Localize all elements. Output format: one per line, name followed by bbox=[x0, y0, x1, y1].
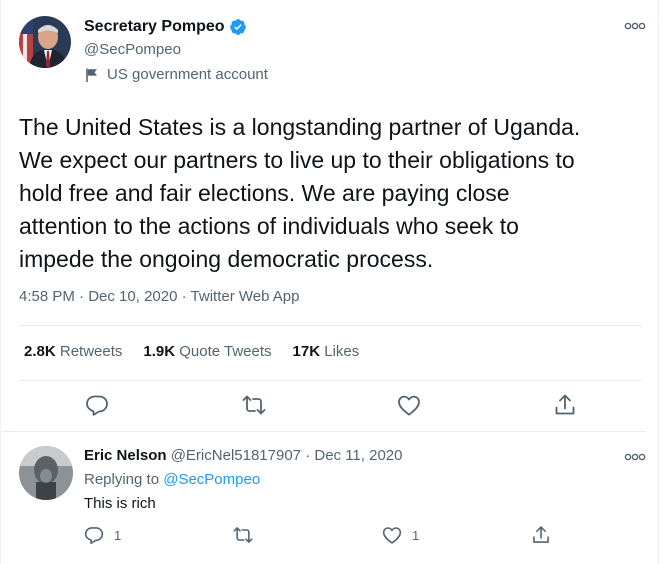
retweets-stat[interactable]: 2.8K Retweets bbox=[24, 343, 122, 360]
reply-like-count: 1 bbox=[412, 527, 420, 543]
reply-author-handle[interactable]: @EricNel51817907 bbox=[171, 447, 301, 464]
quotes-label: Quote Tweets bbox=[179, 343, 272, 360]
flag-icon bbox=[86, 68, 97, 82]
tweet-text: The United States is a longstanding part… bbox=[19, 114, 581, 272]
divider bbox=[19, 380, 642, 381]
reply-meta-separator: · bbox=[305, 447, 311, 464]
avatar[interactable] bbox=[19, 446, 73, 500]
avatar[interactable] bbox=[19, 16, 71, 68]
meta-separator: · bbox=[79, 288, 85, 305]
replying-prefix: Replying to bbox=[84, 471, 160, 488]
tweet-meta: 4:58 PM · Dec 10, 2020 · Twitter Web App bbox=[19, 288, 299, 305]
replying-to: Replying to @SecPompeo bbox=[84, 471, 260, 488]
share-icon[interactable] bbox=[553, 393, 579, 419]
tweet-source[interactable]: Twitter Web App bbox=[191, 288, 300, 305]
like-icon bbox=[382, 527, 402, 544]
author-handle[interactable]: @SecPompeo bbox=[84, 41, 181, 58]
tweet-actions bbox=[1, 393, 660, 423]
reply-share-action[interactable] bbox=[531, 525, 561, 545]
gov-label-text: US government account bbox=[107, 66, 268, 83]
author-name-row[interactable]: Secretary Pompeo bbox=[84, 18, 247, 36]
reply-author-name[interactable]: Eric Nelson bbox=[84, 447, 167, 464]
tweet-date[interactable]: Dec 10, 2020 bbox=[88, 288, 177, 305]
reply-retweet-action[interactable] bbox=[233, 525, 263, 545]
likes-count: 17K bbox=[292, 343, 321, 360]
retweet-icon[interactable] bbox=[242, 393, 268, 419]
tweet-time[interactable]: 4:58 PM bbox=[19, 288, 75, 305]
like-icon[interactable] bbox=[397, 393, 423, 419]
likes-stat[interactable]: 17K Likes bbox=[293, 343, 360, 360]
reply-icon[interactable] bbox=[85, 393, 111, 419]
replying-to-handle[interactable]: @SecPompeo bbox=[163, 471, 260, 488]
meta-separator: · bbox=[181, 288, 187, 305]
more-icon[interactable] bbox=[623, 18, 647, 34]
government-account-label[interactable]: US government account bbox=[84, 66, 268, 83]
verified-badge-icon bbox=[229, 19, 246, 35]
divider bbox=[19, 325, 642, 326]
quotes-count: 1.9K bbox=[143, 343, 176, 360]
share-icon bbox=[533, 526, 549, 543]
more-icon[interactable] bbox=[623, 449, 647, 465]
divider bbox=[1, 431, 646, 432]
retweets-count: 2.8K bbox=[24, 343, 56, 360]
quote-tweets-stat[interactable]: 1.9K Quote Tweets bbox=[143, 343, 271, 360]
retweets-label: Retweets bbox=[59, 343, 123, 360]
reply-like-action[interactable]: 1 bbox=[382, 525, 419, 545]
engagement-stats: 2.8K Retweets 1.9K Quote Tweets 17K Like… bbox=[24, 343, 380, 360]
reply-date[interactable]: Dec 11, 2020 bbox=[314, 447, 402, 464]
reply-text: This is rich bbox=[84, 495, 156, 512]
reply-reply-action[interactable]: 1 bbox=[84, 525, 121, 545]
reply-icon bbox=[84, 527, 104, 544]
likes-label: Likes bbox=[324, 343, 360, 360]
retweet-icon bbox=[233, 527, 253, 543]
author-display-name[interactable]: Secretary Pompeo bbox=[84, 18, 225, 36]
tweet-detail-panel: Secretary Pompeo @SecPompeo US governmen… bbox=[0, 0, 659, 564]
reply-header: Eric Nelson @EricNel51817907 · Dec 11, 2… bbox=[84, 447, 402, 464]
reply-count: 1 bbox=[114, 527, 122, 543]
